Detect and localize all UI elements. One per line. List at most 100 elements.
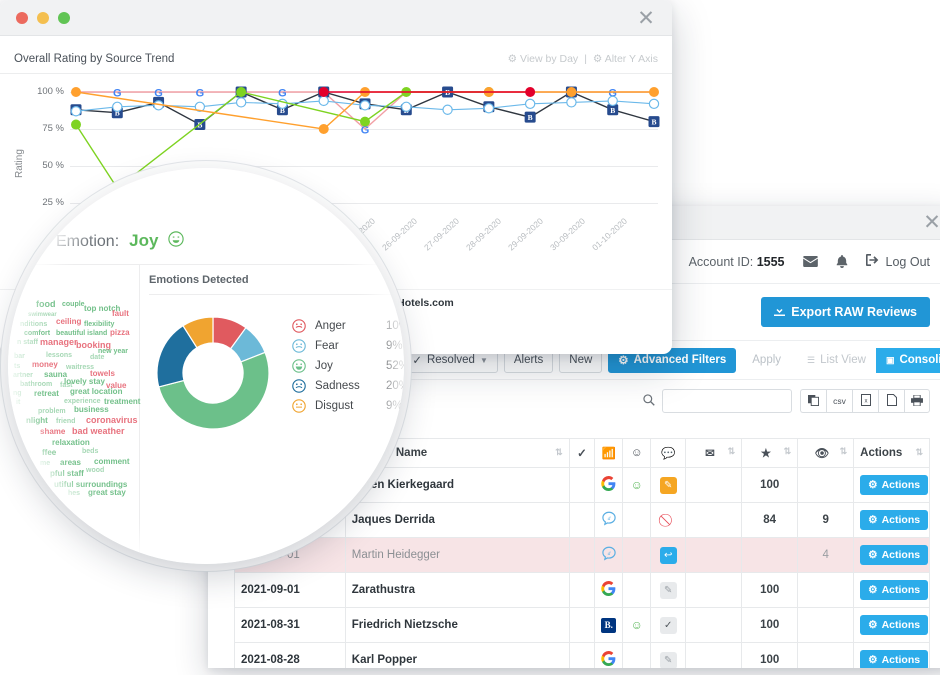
marker-expedia-icon[interactable] <box>71 87 81 97</box>
marker-tripadvisor-icon[interactable] <box>649 99 658 108</box>
view-by-day-button[interactable]: ⚙ View by Day <box>508 53 579 65</box>
word-cloud-term[interactable]: ng <box>13 390 22 397</box>
sort-icon[interactable]: ⇅ <box>915 447 923 458</box>
table-row[interactable]: 2021-08-31Friedrich NietzscheB.☺✓100⚙Act… <box>235 608 930 643</box>
word-cloud-term[interactable]: wood <box>86 467 104 474</box>
marker-tripadvisor-icon[interactable] <box>443 105 452 114</box>
filter-apply-button[interactable]: Apply <box>742 348 791 373</box>
status-edit-icon[interactable]: ✎ <box>660 582 677 599</box>
column-header-status[interactable]: 💬 <box>651 439 686 468</box>
marker-tripadvisor-icon[interactable] <box>526 99 535 108</box>
word-cloud-term[interactable]: me <box>40 460 50 467</box>
word-cloud-term[interactable]: business <box>74 406 109 414</box>
word-cloud-term[interactable]: comfort <box>24 330 50 337</box>
marker-expedia-icon[interactable] <box>319 124 329 134</box>
word-cloud-term[interactable]: n staff <box>17 339 38 346</box>
cell-status[interactable]: ↩ <box>651 538 686 573</box>
cell-status[interactable]: ✎ <box>651 643 686 669</box>
word-cloud-term[interactable]: pizza <box>110 329 130 337</box>
export-raw-reviews-button[interactable]: Export RAW Reviews <box>761 297 930 327</box>
status-check-icon[interactable]: ✓ <box>660 617 677 634</box>
alter-y-axis-button[interactable]: ⚙ Alter Y Axis <box>593 53 658 65</box>
word-cloud-term[interactable]: flexibility <box>84 321 114 328</box>
word-cloud-term[interactable]: coronavirus <box>86 416 138 425</box>
word-cloud-term[interactable]: friend <box>56 418 75 425</box>
marker-tripadvisor-icon[interactable] <box>113 102 122 111</box>
table-row[interactable]: 2021-08-28Karl Popper✎100⚙Actions <box>235 643 930 669</box>
marker-google-icon[interactable]: G <box>196 88 205 100</box>
print-button[interactable] <box>904 389 930 413</box>
word-cloud-term[interactable]: hes <box>68 490 80 497</box>
envelope-icon[interactable] <box>803 256 818 267</box>
word-cloud-term[interactable]: ceiling <box>56 318 81 326</box>
column-header-score[interactable]: ★⇅ <box>742 439 798 468</box>
word-cloud-term[interactable]: nditions <box>20 321 47 328</box>
excel-button[interactable]: x <box>852 389 878 413</box>
word-cloud-term[interactable]: great stay <box>88 489 126 497</box>
search-input[interactable] <box>662 389 792 413</box>
bell-icon[interactable] <box>836 255 848 268</box>
word-cloud-term[interactable]: fault <box>112 310 129 318</box>
pdf-button[interactable] <box>878 389 904 413</box>
column-header-views[interactable]: 👁⇅ <box>798 439 854 468</box>
row-actions-button[interactable]: ⚙Actions <box>860 580 928 600</box>
status-edit-icon[interactable]: ✎ <box>660 477 677 494</box>
marker-hotels-icon[interactable] <box>525 87 535 97</box>
word-cloud-term[interactable]: comment <box>94 458 130 466</box>
column-header-actions[interactable]: Actions⇅ <box>854 439 930 468</box>
word-cloud-term[interactable]: ts <box>14 363 20 370</box>
marker-tripadvisor-icon[interactable] <box>608 96 617 105</box>
cell-status[interactable]: ✎ <box>651 468 686 503</box>
marker-tripadvisor-icon[interactable] <box>71 107 80 116</box>
table-row[interactable]: 2021-09-01Zarathustra✎100⚙Actions <box>235 573 930 608</box>
consolidated-view-button[interactable]: ▣Consolidated View <box>876 348 940 373</box>
marker-tripadvisor-icon[interactable] <box>237 98 246 107</box>
word-cloud-term[interactable]: retreat <box>34 390 59 398</box>
marker-tripadvisor-icon[interactable] <box>484 104 493 113</box>
cell-check[interactable] <box>569 573 595 608</box>
marker-wotif-icon[interactable] <box>236 87 246 97</box>
marker-google-icon[interactable]: G <box>278 88 287 100</box>
column-header-check[interactable]: ✓ <box>569 439 595 468</box>
csv-button[interactable]: csv <box>826 389 852 413</box>
word-cloud-term[interactable]: couple <box>62 301 85 308</box>
cell-status[interactable]: ✎ <box>651 573 686 608</box>
cell-status[interactable]: ✓ <box>651 608 686 643</box>
cell-status[interactable]: ⃠ <box>651 503 686 538</box>
marker-wotif-icon[interactable] <box>360 117 370 127</box>
column-header-mail[interactable]: ✉⇅ <box>686 439 742 468</box>
cell-check[interactable] <box>569 538 595 573</box>
word-cloud-term[interactable]: bar <box>14 353 25 360</box>
row-actions-button[interactable]: ⚙Actions <box>860 510 928 530</box>
sort-icon[interactable]: ⇅ <box>728 446 736 457</box>
sort-icon[interactable]: ⇅ <box>555 447 563 458</box>
column-header-source[interactable]: 📶 <box>595 439 623 468</box>
marker-tripadvisor-icon[interactable] <box>360 101 369 110</box>
word-cloud-term[interactable]: swimwear <box>28 312 57 318</box>
list-view-button[interactable]: ☰List View <box>797 348 876 373</box>
window-maximize-dot[interactable] <box>58 12 70 24</box>
row-actions-button[interactable]: ⚙Actions <box>860 650 928 668</box>
window-minimize-dot[interactable] <box>37 12 49 24</box>
word-cloud-term[interactable]: areas <box>60 459 81 467</box>
word-cloud-term[interactable]: it <box>16 399 20 406</box>
status-reply-icon[interactable]: ↩ <box>660 547 677 564</box>
marker-tripadvisor-icon[interactable] <box>402 102 411 111</box>
marker-hotels-icon[interactable] <box>319 87 329 97</box>
column-header-sentiment[interactable]: ☺ <box>623 439 651 468</box>
logout-button[interactable]: Log Out <box>866 254 930 269</box>
window-close-dot[interactable] <box>16 12 28 24</box>
cell-check[interactable] <box>569 608 595 643</box>
close-icon[interactable]: ✕ <box>636 8 656 28</box>
word-cloud-term[interactable]: bathroom <box>20 381 52 388</box>
word-cloud-term[interactable]: nlight <box>26 417 48 425</box>
word-cloud-term[interactable]: date <box>90 354 104 361</box>
row-actions-button[interactable]: ⚙Actions <box>860 545 928 565</box>
row-actions-button[interactable]: ⚙Actions <box>860 615 928 635</box>
close-icon[interactable]: ✕ <box>922 212 940 232</box>
status-edit-icon[interactable]: ✎ <box>660 652 677 669</box>
word-cloud-term[interactable]: money <box>32 361 58 369</box>
cell-check[interactable] <box>569 468 595 503</box>
word-cloud-term[interactable]: artner <box>13 372 33 379</box>
word-cloud-term[interactable]: ffee <box>42 449 56 457</box>
